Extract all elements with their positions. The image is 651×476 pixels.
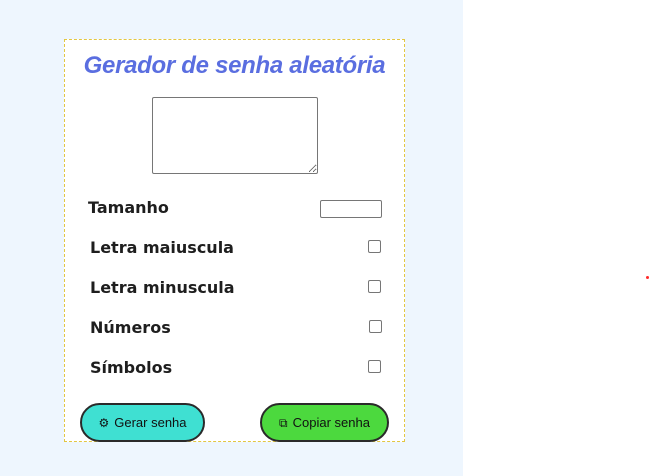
length-label: Tamanho bbox=[88, 198, 169, 217]
generate-password-label: Gerar senha bbox=[114, 415, 187, 430]
password-generator-card: Gerador de senha aleatória Tamanho Letra… bbox=[64, 39, 405, 442]
numbers-checkbox[interactable] bbox=[369, 320, 382, 333]
copy-password-label: Copiar senha bbox=[292, 415, 370, 430]
generate-password-button[interactable]: ⚙ Gerar senha bbox=[80, 403, 205, 442]
copy-password-button[interactable]: ⧉ Copiar senha bbox=[260, 403, 389, 442]
app-background: Gerador de senha aleatória Tamanho Letra… bbox=[0, 0, 463, 476]
symbols-checkbox[interactable] bbox=[368, 360, 381, 373]
copy-icon: ⧉ bbox=[279, 415, 288, 430]
uppercase-checkbox[interactable] bbox=[368, 240, 381, 253]
symbols-label: Símbolos bbox=[90, 358, 173, 377]
lowercase-label: Letra minuscula bbox=[90, 278, 235, 297]
gear-icon: ⚙ bbox=[98, 415, 110, 430]
lowercase-checkbox[interactable] bbox=[368, 280, 381, 293]
length-input[interactable] bbox=[320, 200, 382, 218]
page-title: Gerador de senha aleatória bbox=[83, 52, 386, 79]
uppercase-label: Letra maiuscula bbox=[90, 238, 234, 257]
red-dot-marker bbox=[646, 276, 649, 279]
numbers-label: Números bbox=[90, 318, 171, 337]
password-output-textarea[interactable] bbox=[152, 97, 318, 174]
